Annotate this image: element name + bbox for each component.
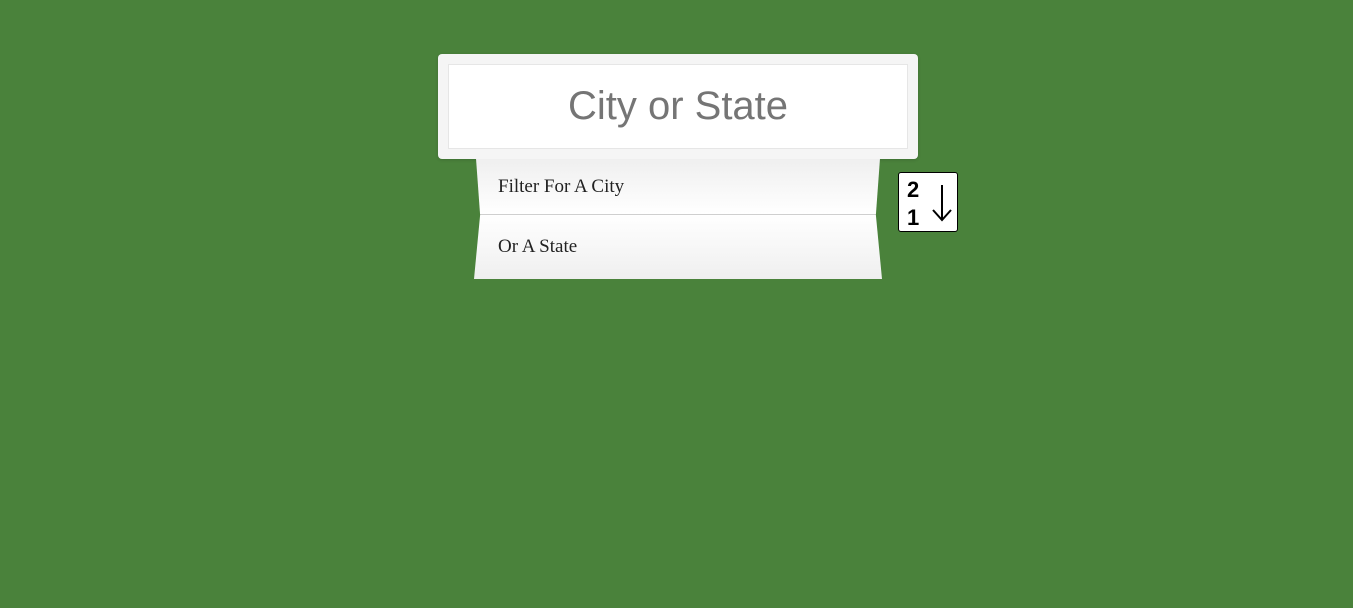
suggestions-list: Filter For A City Or A State — [474, 159, 882, 279]
suggestion-item[interactable]: Or A State — [474, 215, 882, 279]
suggestion-label: Or A State — [498, 236, 578, 257]
sort-digit-top: 2 — [907, 177, 920, 202]
suggestion-label: Filter For A City — [498, 175, 625, 197]
suggestion-item[interactable]: Filter For A City — [476, 159, 880, 215]
search-input[interactable] — [448, 64, 908, 149]
sort-descending-arrow-icon — [932, 185, 952, 222]
search-form — [438, 54, 918, 159]
sort-digit-bottom: 1 — [907, 205, 920, 230]
sort-toggle-button[interactable]: 2 1 — [898, 172, 958, 232]
sort-digits: 2 1 — [907, 176, 919, 232]
